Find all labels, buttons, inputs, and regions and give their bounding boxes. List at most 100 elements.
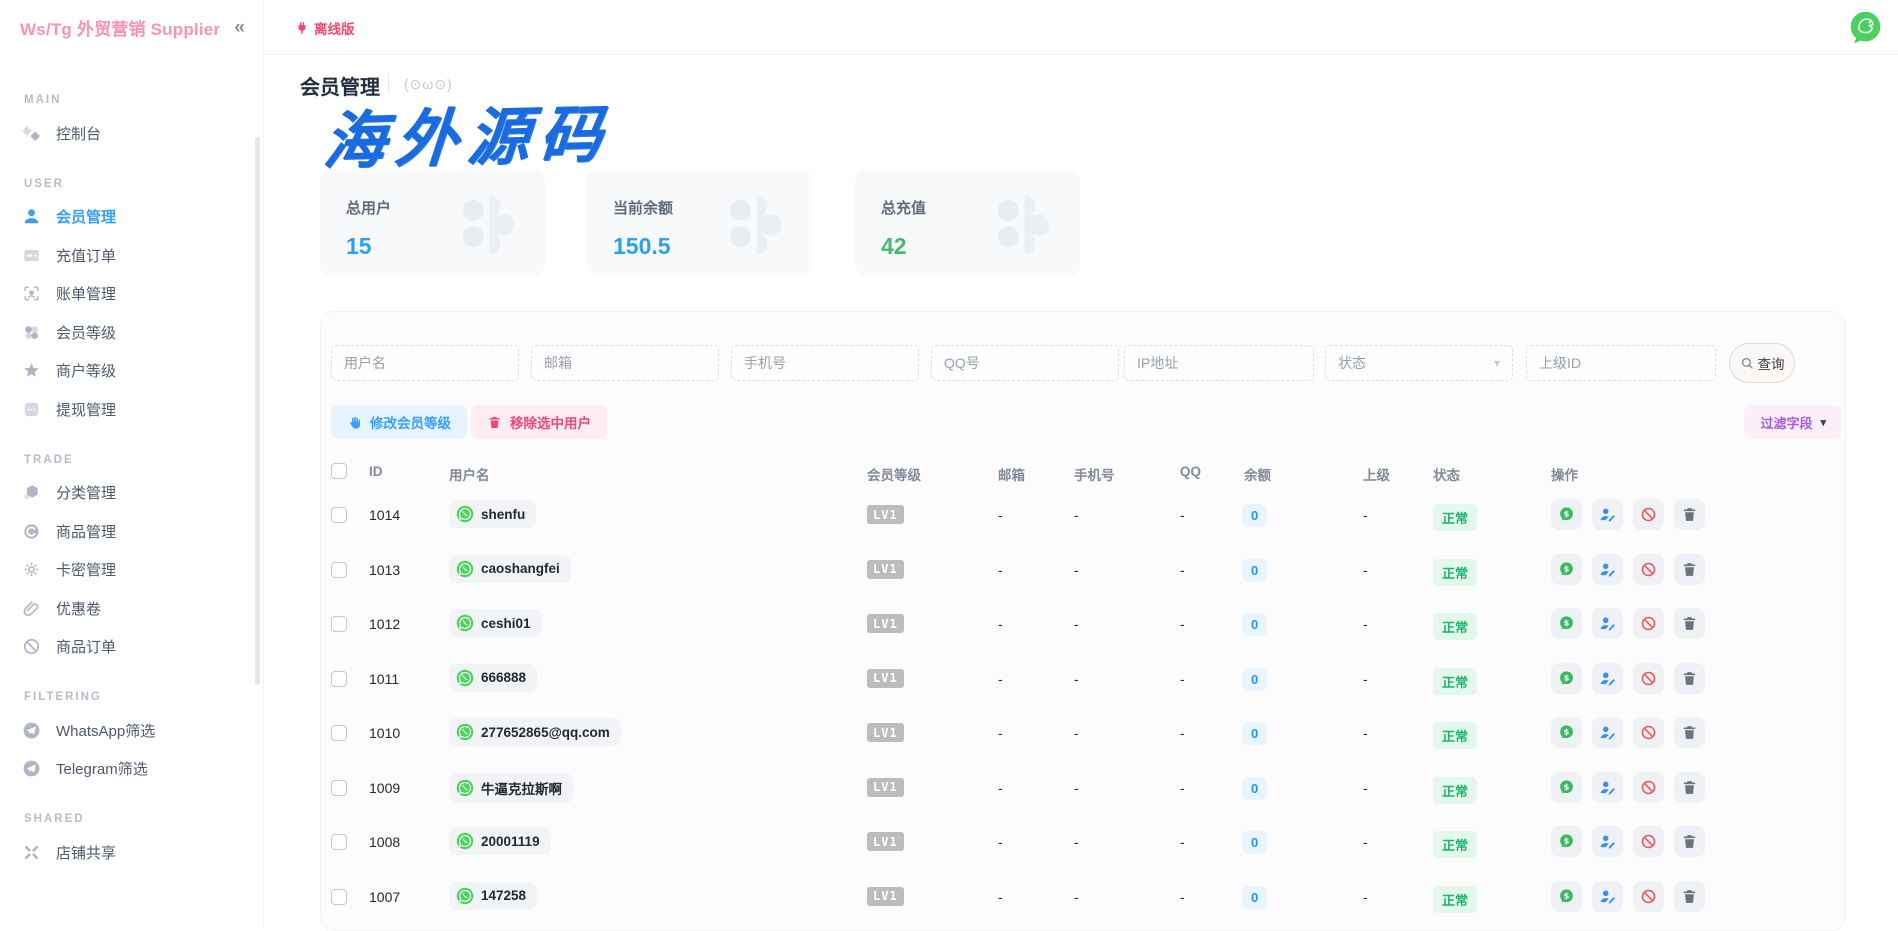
filter-input[interactable] xyxy=(1124,345,1314,381)
username-pill[interactable]: shenfu xyxy=(449,500,536,528)
username-pill[interactable]: 牛逼克拉斯啊 xyxy=(449,773,573,803)
money-message-button[interactable]: $ xyxy=(1551,554,1582,585)
money-message-button[interactable]: $ xyxy=(1551,826,1582,857)
balance-value[interactable]: 0 xyxy=(1242,831,1267,854)
row-checkbox[interactable] xyxy=(331,562,347,578)
sidebar-item-user[interactable]: 会员管理 xyxy=(22,198,241,237)
user-edit-button[interactable] xyxy=(1592,881,1623,912)
ban-user-button[interactable] xyxy=(1633,772,1664,803)
filter-fields-button[interactable]: 过滤字段 ▾ xyxy=(1744,405,1842,439)
sidebar-item-merchant-level[interactable]: 商户等级 xyxy=(22,352,241,391)
username-pill[interactable]: 277652865@qq.com xyxy=(449,718,621,746)
sidebar-collapse-icon[interactable]: « xyxy=(234,17,245,39)
sidebar-item-bill[interactable]: 账单管理 xyxy=(22,275,241,314)
delete-user-button[interactable] xyxy=(1674,608,1705,639)
user-edit-button[interactable] xyxy=(1592,772,1623,803)
ban-user-button[interactable] xyxy=(1633,826,1664,857)
sidebar-item-member-level[interactable]: 会员等级 xyxy=(22,313,241,352)
remove-selected-button[interactable]: 移除选中用户 xyxy=(471,405,607,439)
delete-user-button[interactable] xyxy=(1674,499,1705,530)
balance-value[interactable]: 0 xyxy=(1242,886,1267,909)
money-message-button[interactable]: $ xyxy=(1551,608,1582,639)
money-message-button[interactable]: $ xyxy=(1551,663,1582,694)
sidebar-item-recharge-order[interactable]: 充值订单 xyxy=(22,236,241,275)
row-checkbox[interactable] xyxy=(331,834,347,850)
sidebar-item-cardkey[interactable]: 卡密管理 xyxy=(22,551,241,590)
sidebar-item-product-order[interactable]: 商品订单 xyxy=(22,628,241,667)
edit-level-button[interactable]: 修改会员等级 xyxy=(331,405,467,439)
balance-value[interactable]: 0 xyxy=(1242,722,1267,745)
ban-user-button[interactable] xyxy=(1633,717,1664,748)
filter-input[interactable] xyxy=(731,345,919,381)
sidebar-item-withdraw[interactable]: 提现管理 xyxy=(22,390,241,429)
filter-input[interactable] xyxy=(1526,345,1716,381)
row-checkbox[interactable] xyxy=(331,780,347,796)
sidebar-item-dashboard[interactable]: 控制台 xyxy=(22,114,241,153)
sidebar-item-product[interactable]: 商品管理 xyxy=(22,512,241,551)
money-message-button[interactable]: $ xyxy=(1551,772,1582,803)
username-pill[interactable]: 666888 xyxy=(449,664,537,692)
ban-user-button[interactable] xyxy=(1633,554,1664,585)
avatar[interactable] xyxy=(1847,9,1884,46)
delete-user-button[interactable] xyxy=(1674,826,1705,857)
user-edit-button[interactable] xyxy=(1592,826,1623,857)
phone-value: - xyxy=(1074,671,1079,687)
ban-user-button[interactable] xyxy=(1633,663,1664,694)
money-message-button[interactable]: $ xyxy=(1551,717,1582,748)
filter-input[interactable] xyxy=(531,345,719,381)
user-edit-button[interactable] xyxy=(1592,608,1623,639)
user-edit-button[interactable] xyxy=(1592,663,1623,694)
user-id: 1012 xyxy=(369,616,400,632)
sidebar-section: FILTERING WhatsApp筛选 Telegram筛选 xyxy=(22,691,241,788)
row-checkbox[interactable] xyxy=(331,889,347,905)
stat-card-total-users: 总用户 15 xyxy=(320,169,545,276)
balance-value[interactable]: 0 xyxy=(1242,504,1267,527)
title-strip: 会员管理 (⊙ω⊙) xyxy=(264,55,1898,111)
ban-user-button[interactable] xyxy=(1633,608,1664,639)
filter-select-status[interactable]: 状态▾ xyxy=(1325,345,1513,381)
delete-user-button[interactable] xyxy=(1674,881,1705,912)
filter-input[interactable] xyxy=(931,345,1119,381)
username-pill[interactable]: caoshangfei xyxy=(449,555,571,583)
row-checkbox[interactable] xyxy=(331,507,347,523)
balance-value[interactable]: 0 xyxy=(1242,668,1267,691)
money-message-button[interactable]: $ xyxy=(1551,881,1582,912)
user-edit-button[interactable] xyxy=(1592,499,1623,530)
sidebar-scrollbar[interactable] xyxy=(255,137,260,685)
row-checkbox[interactable] xyxy=(331,671,347,687)
select-all-checkbox[interactable] xyxy=(331,463,347,479)
username-pill[interactable]: 20001119 xyxy=(449,827,551,855)
row-checkbox[interactable] xyxy=(331,725,347,741)
col-header-parent: 上级 xyxy=(1363,464,1390,484)
sidebar-item-shop-share[interactable]: 店铺共享 xyxy=(22,833,241,872)
balance-value[interactable]: 0 xyxy=(1242,613,1267,636)
ban-user-button[interactable] xyxy=(1633,499,1664,530)
category-icon xyxy=(22,483,41,502)
sidebar-item-category[interactable]: 分类管理 xyxy=(22,474,241,513)
balance-value[interactable]: 0 xyxy=(1242,559,1267,582)
search-button[interactable]: 查询 xyxy=(1729,343,1795,383)
offline-badge[interactable]: 离线版 xyxy=(295,18,355,38)
delete-user-button[interactable] xyxy=(1674,717,1705,748)
filter-input[interactable] xyxy=(331,345,519,381)
delete-user-button[interactable] xyxy=(1674,554,1705,585)
bill-icon xyxy=(22,284,41,303)
money-message-button[interactable]: $ xyxy=(1551,499,1582,530)
username-pill[interactable]: 147258 xyxy=(449,882,537,910)
username-pill[interactable]: ceshi01 xyxy=(449,609,542,637)
sidebar-item-coupon[interactable]: 优惠卷 xyxy=(22,589,241,628)
sidebar-item-telegram-filter[interactable]: Telegram筛选 xyxy=(22,750,241,789)
sidebar-item-label: 控制台 xyxy=(56,123,101,144)
member-level-icon xyxy=(22,323,41,342)
filter-row: 状态▾ 查询 xyxy=(321,345,1845,383)
balance-value[interactable]: 0 xyxy=(1242,777,1267,800)
phone-value: - xyxy=(1074,562,1079,578)
whatsapp-icon xyxy=(456,832,474,850)
delete-user-button[interactable] xyxy=(1674,663,1705,694)
delete-user-button[interactable] xyxy=(1674,772,1705,803)
ban-user-button[interactable] xyxy=(1633,881,1664,912)
user-edit-button[interactable] xyxy=(1592,554,1623,585)
row-checkbox[interactable] xyxy=(331,616,347,632)
sidebar-item-whatsapp-filter[interactable]: WhatsApp筛选 xyxy=(22,711,241,750)
user-edit-button[interactable] xyxy=(1592,717,1623,748)
